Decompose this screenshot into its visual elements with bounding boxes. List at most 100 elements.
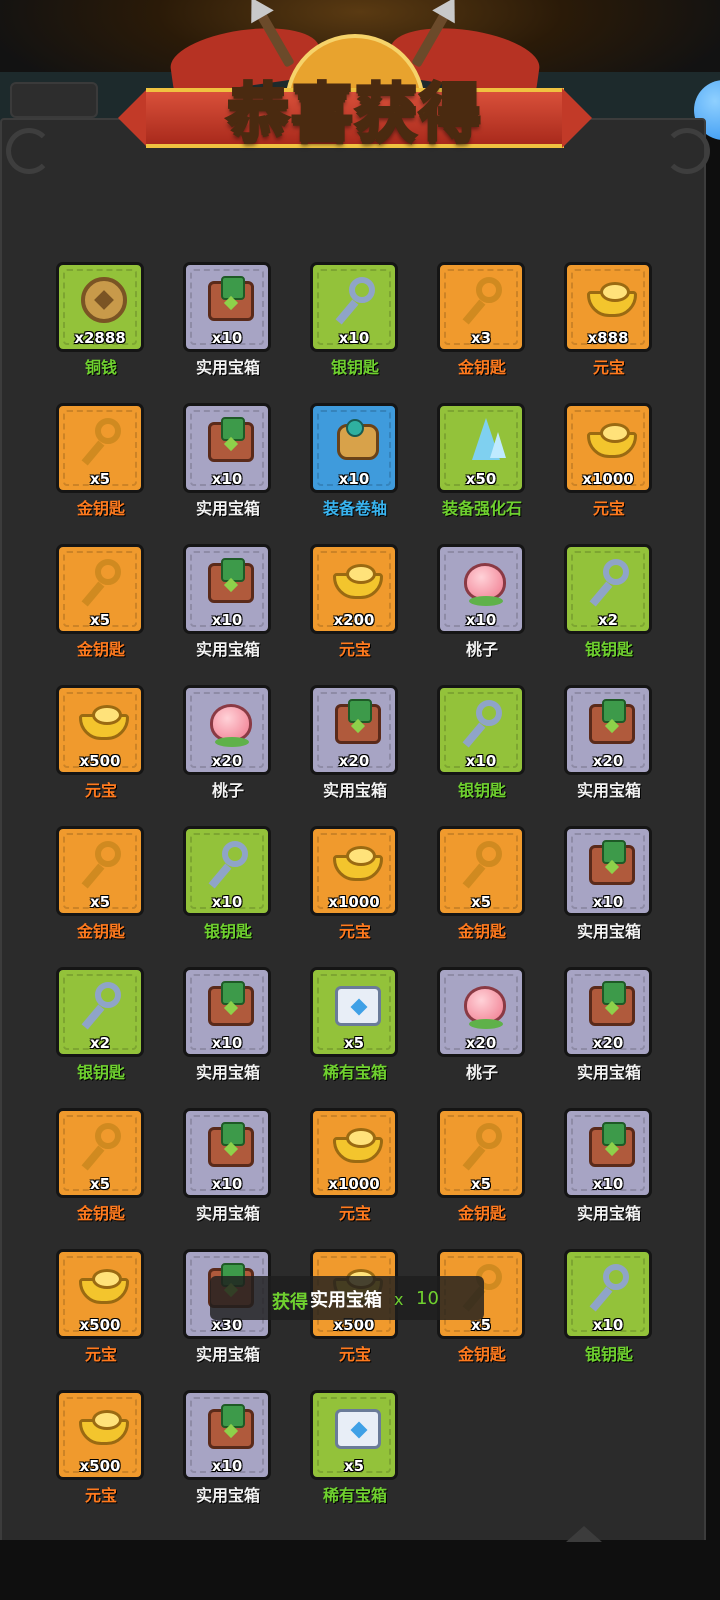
reward-item[interactable]: x5 金钥匙 (56, 1108, 146, 1223)
gold-key-icon-shape (95, 1123, 121, 1149)
reward-item[interactable]: x10 实用宝箱 (564, 826, 654, 941)
reward-count: x10 (465, 611, 497, 629)
silver-key-icon-shape (603, 1264, 629, 1290)
reward-item[interactable]: x500 元宝 (56, 685, 146, 800)
reward-item[interactable]: x10 实用宝箱 (183, 544, 273, 659)
chest-icon-shape (589, 981, 635, 1026)
reward-count: x10 (592, 1316, 624, 1334)
gold-key-icon-shape (95, 841, 121, 867)
peach-icon-shape (464, 986, 506, 1029)
reward-item[interactable]: x10 实用宝箱 (183, 967, 273, 1082)
reward-item[interactable]: x1000 元宝 (564, 403, 654, 518)
reward-item[interactable]: x2 银钥匙 (564, 544, 654, 659)
reward-item[interactable]: x5 金钥匙 (56, 826, 146, 941)
reward-tile: x10 (183, 544, 271, 634)
reward-count: x50 (465, 470, 497, 488)
reward-item[interactable]: x500 元宝 (56, 1249, 146, 1364)
chest-icon-shape (208, 1122, 254, 1167)
reward-count: x2 (597, 611, 619, 629)
reward-item[interactable]: x500 元宝 (56, 1390, 146, 1505)
reward-item[interactable]: x5 稀有宝箱 (310, 967, 400, 1082)
reward-name: 银钥匙 (330, 358, 379, 377)
reward-item[interactable]: x10 装备卷轴 (310, 403, 400, 518)
reward-tile: x10 (183, 967, 271, 1057)
reward-item[interactable]: x200 元宝 (310, 544, 400, 659)
gold-key-icon (454, 275, 514, 327)
reward-item[interactable]: x888 元宝 (564, 262, 654, 377)
reward-item[interactable]: x1000 元宝 (310, 1108, 400, 1223)
ingot-icon-shape (79, 1410, 129, 1445)
reward-tile: x10 (310, 403, 398, 493)
obtain-toast: 获得 实用宝箱 x 10 (210, 1276, 484, 1320)
reward-item[interactable]: x20 桃子 (183, 685, 273, 800)
rare-chest-icon-shape (335, 1409, 381, 1449)
reward-item[interactable]: x3 金钥匙 (437, 262, 527, 377)
reward-count: x10 (338, 470, 370, 488)
reward-item[interactable]: x10 桃子 (437, 544, 527, 659)
reward-item[interactable]: x10 银钥匙 (437, 685, 527, 800)
scroll-icon-shape (337, 419, 379, 460)
reward-item[interactable]: x5 金钥匙 (437, 826, 527, 941)
reward-item[interactable]: x50 装备强化石 (437, 403, 527, 518)
reward-item[interactable]: x10 实用宝箱 (183, 1108, 273, 1223)
reward-item[interactable]: x10 实用宝箱 (183, 1390, 273, 1505)
toast-obtain-label: 获得 (272, 1292, 308, 1313)
gold-key-icon (73, 1121, 133, 1173)
reward-name: 实用宝箱 (195, 358, 260, 377)
reward-tile: x50 (437, 403, 525, 493)
gold-key-icon-shape (95, 418, 121, 444)
reward-item[interactable]: x1000 元宝 (310, 826, 400, 941)
reward-item[interactable]: x20 实用宝箱 (564, 685, 654, 800)
ingot-icon (327, 557, 387, 609)
reward-item[interactable]: x5 稀有宝箱 (310, 1390, 400, 1505)
reward-name: 元宝 (84, 781, 117, 800)
reward-tile: x1000 (310, 1108, 398, 1198)
reward-item[interactable]: x10 银钥匙 (183, 826, 273, 941)
chest-icon-shape (208, 417, 254, 462)
silver-key-icon-shape (603, 559, 629, 585)
ingot-icon-shape (79, 705, 129, 740)
reward-tile: x10 (564, 826, 652, 916)
reward-item[interactable]: x5 金钥匙 (56, 403, 146, 518)
reward-item[interactable]: x10 银钥匙 (564, 1249, 654, 1364)
reward-item[interactable]: x10 银钥匙 (310, 262, 400, 377)
reward-name: 元宝 (338, 640, 371, 659)
reward-tile: x10 (310, 262, 398, 352)
reward-name: 实用宝箱 (195, 1063, 260, 1082)
reward-item[interactable]: x5 金钥匙 (437, 1108, 527, 1223)
ingot-icon-shape (333, 846, 383, 881)
reward-tile: x500 (56, 685, 144, 775)
reward-name: 元宝 (84, 1345, 117, 1364)
left-swirl-ornament (6, 128, 52, 174)
chest-icon-shape (208, 558, 254, 603)
reward-item[interactable]: x2888 铜钱 (56, 262, 146, 377)
chest-icon (200, 275, 260, 327)
reward-count: x10 (211, 329, 243, 347)
reward-tile: x20 (437, 967, 525, 1057)
reward-tile: x888 (564, 262, 652, 352)
reward-item[interactable]: x2 银钥匙 (56, 967, 146, 1082)
reward-item[interactable]: x20 实用宝箱 (310, 685, 400, 800)
reward-item[interactable]: x10 实用宝箱 (183, 262, 273, 377)
ingot-icon (73, 1262, 133, 1314)
ingot-icon (327, 839, 387, 891)
chest-icon (200, 557, 260, 609)
chest-icon-shape (589, 1122, 635, 1167)
reward-count: x20 (592, 1034, 624, 1052)
reward-item[interactable]: x10 实用宝箱 (564, 1108, 654, 1223)
gold-key-icon-shape (476, 1123, 502, 1149)
reward-item[interactable]: x5 金钥匙 (56, 544, 146, 659)
reward-count: x5 (343, 1034, 365, 1052)
chest-icon-shape (589, 699, 635, 744)
silver-key-icon-shape (222, 841, 248, 867)
reward-tile: x10 (437, 685, 525, 775)
coin-icon-shape (81, 277, 127, 323)
reward-item[interactable]: x20 实用宝箱 (564, 967, 654, 1082)
reward-item[interactable]: x20 桃子 (437, 967, 527, 1082)
rare-chest-icon (327, 1403, 387, 1455)
reward-count: x3 (470, 329, 492, 347)
reward-name: 金钥匙 (76, 640, 125, 659)
reward-name: 金钥匙 (457, 922, 506, 941)
reward-name: 元宝 (338, 1204, 371, 1223)
reward-item[interactable]: x10 实用宝箱 (183, 403, 273, 518)
